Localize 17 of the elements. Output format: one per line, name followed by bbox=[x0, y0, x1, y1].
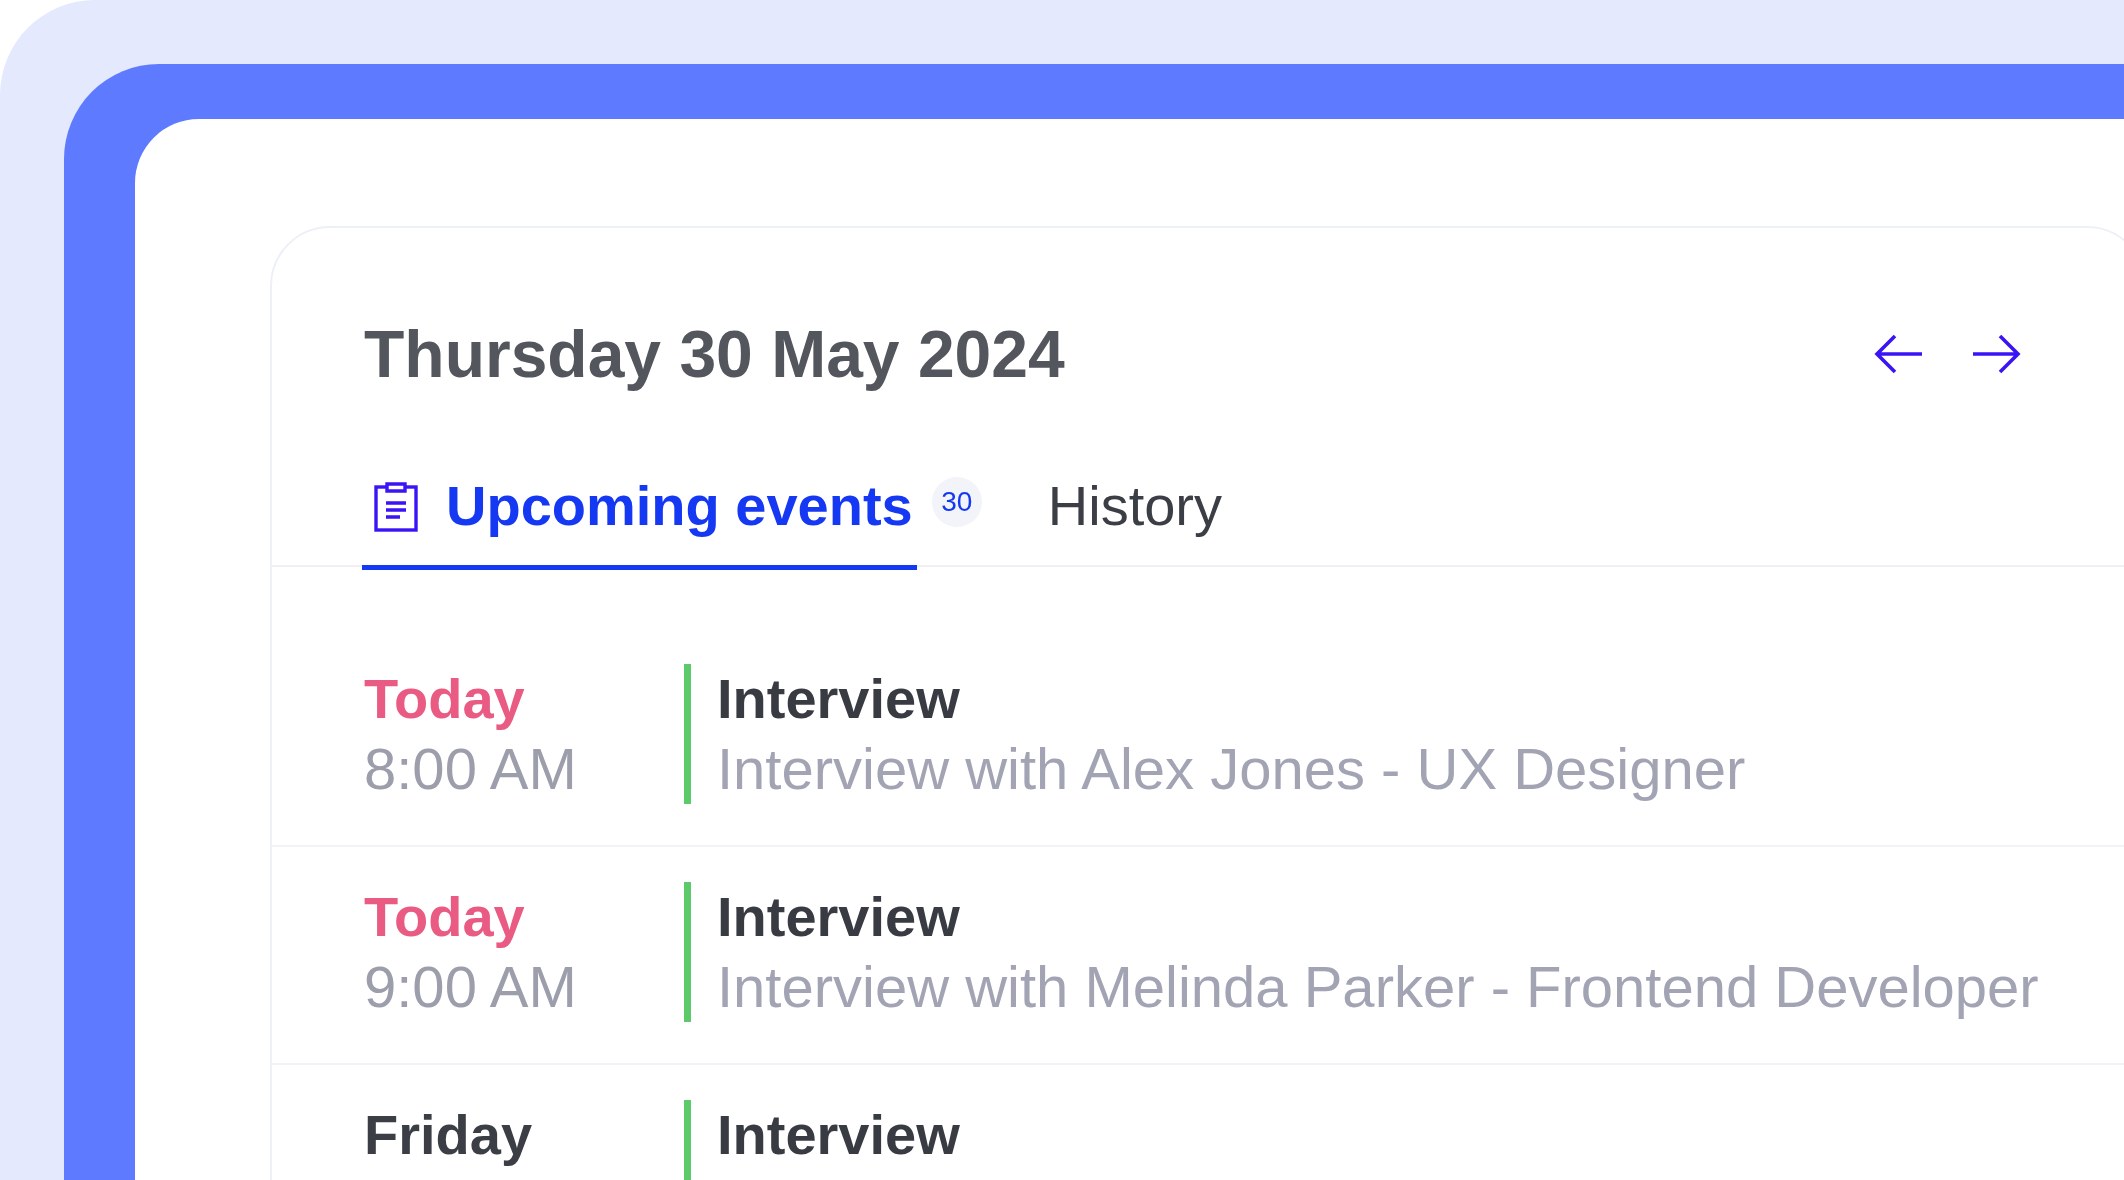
event-time: 8:00 AM bbox=[364, 735, 578, 803]
clipboard-icon bbox=[374, 480, 418, 532]
count-badge: 30 bbox=[931, 477, 982, 527]
event-time: 9:00 AM bbox=[364, 953, 578, 1021]
event-title: Interview bbox=[717, 666, 961, 732]
left-arrow-icon bbox=[1874, 334, 1924, 374]
event-title: Interview bbox=[717, 1102, 960, 1168]
event-description: Interview with Alex Jones - UX Designer bbox=[717, 735, 1746, 803]
tab[interactable]: Upcoming events bbox=[362, 440, 917, 570]
tab[interactable]: History bbox=[1035, 440, 1226, 570]
event-day: Today bbox=[364, 664, 684, 734]
event-title: Interview bbox=[717, 884, 961, 950]
event-day: Friday bbox=[364, 1100, 684, 1170]
event-day: Today bbox=[364, 882, 684, 952]
event-description: Interview with Melinda Parker - Frontend Developer bbox=[717, 953, 2039, 1021]
date-heading: Thursday 30 May 2024 bbox=[364, 316, 1065, 393]
right-arrow-icon bbox=[1971, 334, 2021, 374]
